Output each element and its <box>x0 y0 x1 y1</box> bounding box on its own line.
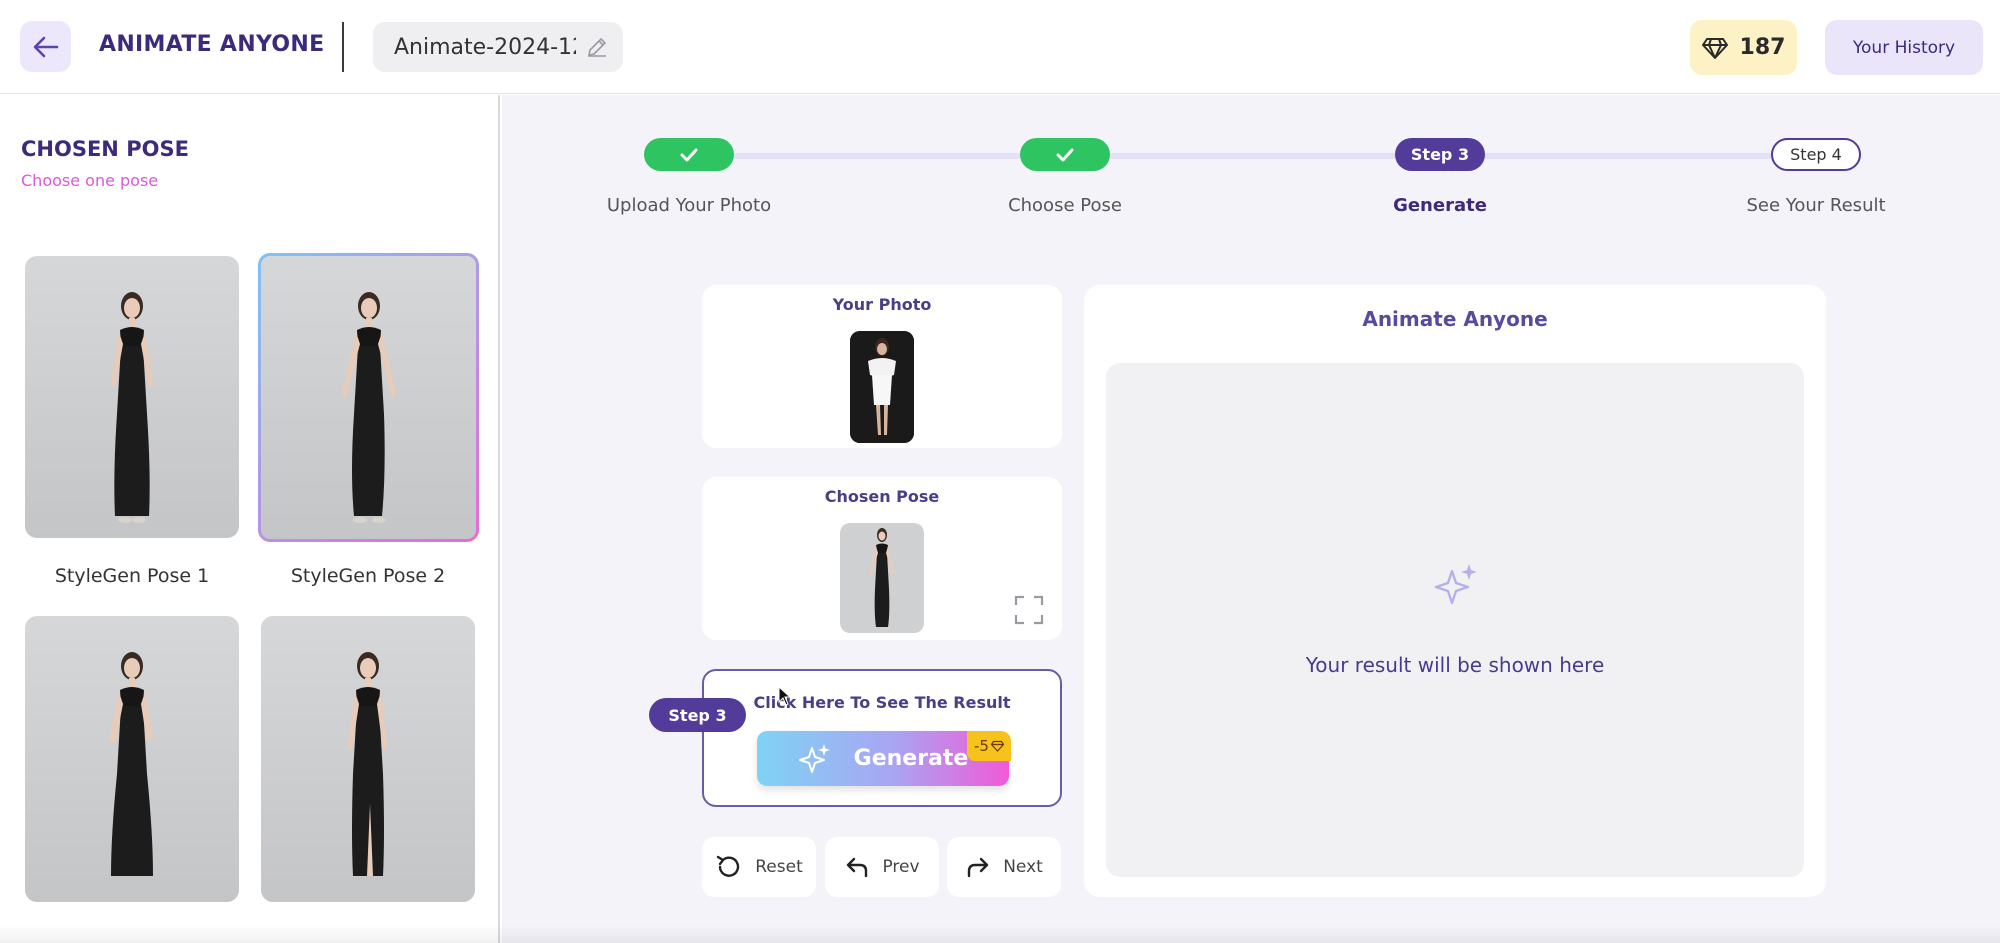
your-history-button[interactable]: Your History <box>1825 20 1983 75</box>
generate-card: Click Here To See The Result Generate -5 <box>702 669 1062 807</box>
back-button[interactable] <box>20 21 71 72</box>
pose-label-2: StyleGen Pose 2 <box>290 565 446 587</box>
step-2-pill <box>1020 138 1110 171</box>
photo-image <box>850 331 914 443</box>
result-preview-area: Your result will be shown here <box>1106 363 1804 877</box>
cost-value: -5 <box>974 737 989 755</box>
pose-image <box>109 652 153 876</box>
undo-icon <box>847 857 868 878</box>
sidebar-title: CHOSEN POSE <box>21 137 189 161</box>
sparkle-icon <box>1434 564 1477 605</box>
pose-image <box>341 292 396 523</box>
generate-button[interactable]: Generate -5 <box>757 731 1011 786</box>
step-3-pill: Step 3 <box>1395 138 1485 171</box>
credits-count: 187 <box>1739 35 1786 60</box>
reset-label: Reset <box>755 857 803 877</box>
bottom-edge <box>0 925 2000 943</box>
prev-button[interactable]: Prev <box>825 837 939 897</box>
generate-hint: Click Here To See The Result <box>753 693 1011 712</box>
sidebar-subtitle: Choose one pose <box>21 171 159 190</box>
pose-image <box>347 652 387 876</box>
pose-sidebar: CHOSEN POSE Choose one pose StyleGen Pos… <box>0 95 500 943</box>
check-icon <box>680 148 698 161</box>
pencil-icon[interactable] <box>585 35 609 59</box>
prev-label: Prev <box>882 857 920 877</box>
pose-label-1: StyleGen Pose 1 <box>54 565 210 587</box>
chosen-pose-thumbnail[interactable] <box>840 523 924 633</box>
result-title: Animate Anyone <box>1362 307 1548 331</box>
pose-card-2[interactable] <box>258 253 479 542</box>
pose-card-1[interactable] <box>25 256 239 538</box>
top-bar: ANIMATE ANYONE Animate-2024-12 187 Your … <box>0 0 2000 94</box>
mouse-cursor-icon <box>778 686 792 706</box>
your-photo-thumbnail[interactable] <box>850 331 914 443</box>
diamond-icon <box>990 740 1004 752</box>
your-photo-title: Your Photo <box>832 295 932 314</box>
project-name-field[interactable]: Animate-2024-12 <box>373 22 623 72</box>
next-button[interactable]: Next <box>947 837 1061 897</box>
reset-icon <box>717 855 740 877</box>
arrow-left-icon <box>33 36 58 57</box>
check-icon <box>1056 148 1074 161</box>
generate-label: Generate <box>853 746 969 771</box>
result-panel: Animate Anyone Your result will be shown… <box>1084 285 1826 897</box>
result-placeholder: Your result will be shown here <box>1305 653 1605 677</box>
step-3-label: Generate <box>1393 195 1487 216</box>
step-4-pill: Step 4 <box>1771 138 1861 171</box>
chosen-pose-card: Chosen Pose <box>702 477 1062 640</box>
chosen-pose-title: Chosen Pose <box>824 487 940 506</box>
next-label: Next <box>1003 857 1043 877</box>
sparkle-icon <box>798 743 830 773</box>
step-1-pill <box>644 138 734 171</box>
step-3-tag: Step 3 <box>649 698 746 732</box>
credits-badge: 187 <box>1690 20 1797 75</box>
pose-card-4[interactable] <box>261 616 475 902</box>
expand-icon[interactable] <box>1014 595 1044 625</box>
pose-card-3[interactable] <box>25 616 239 902</box>
divider <box>342 22 344 72</box>
pose-image <box>869 528 895 627</box>
redo-icon <box>967 857 989 878</box>
your-photo-card: Your Photo <box>702 285 1062 448</box>
step-2-label: Choose Pose <box>1008 195 1122 216</box>
diamond-icon <box>1701 37 1728 59</box>
step-1-label: Upload Your Photo <box>606 195 772 216</box>
step-4-label: See Your Result <box>1746 195 1886 216</box>
cost-badge: -5 <box>967 731 1011 761</box>
stepper-track <box>688 153 1815 159</box>
reset-button[interactable]: Reset <box>702 837 816 897</box>
app-title: ANIMATE ANYONE <box>99 32 325 57</box>
project-name: Animate-2024-12 <box>394 34 576 60</box>
pose-image <box>111 292 153 523</box>
